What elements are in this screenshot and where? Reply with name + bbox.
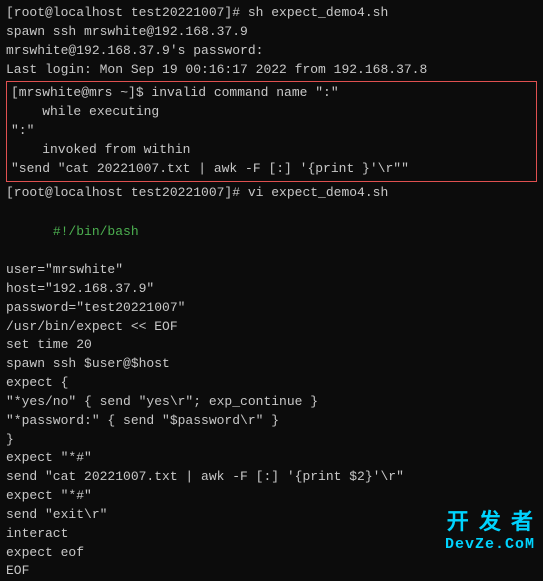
script-line-6: spawn ssh $user@$host [6,355,537,374]
script-line-11: expect "*#" [6,449,537,468]
script-line-12: send "cat 20221007.txt | awk -F [:] '{pr… [6,468,537,487]
error-line-5: "send "cat 20221007.txt | awk -F [:] '{p… [11,160,532,179]
error-line-2: while executing [11,103,532,122]
error-box: [mrswhite@mrs ~]$ invalid command name "… [6,81,537,181]
script-line-10: } [6,431,537,450]
script-line-8: "*yes/no" { send "yes\r"; exp_continue } [6,393,537,412]
script-line-5: set time 20 [6,336,537,355]
terminal-window: [root@localhost test20221007]# sh expect… [0,0,543,563]
script-line-3: password="test20221007" [6,299,537,318]
cmd-line-1: [root@localhost test20221007]# sh expect… [6,4,537,23]
script-line-2: host="192.168.37.9" [6,280,537,299]
script-line-7: expect { [6,374,537,393]
error-line-1: [mrswhite@mrs ~]$ invalid command name "… [11,84,532,103]
script-line-17: EOF [6,562,537,581]
password-prompt-line: mrswhite@192.168.37.9's password: [6,42,537,61]
last-login-line: Last login: Mon Sep 19 00:16:17 2022 fro… [6,61,537,80]
watermark-chinese: 开 发 者 [447,504,535,536]
watermark-domain: DevZe.CoM [445,536,535,553]
script-shebang: #!/bin/bash [6,204,537,261]
error-line-3: ":" [11,122,532,141]
script-line-4: /usr/bin/expect << EOF [6,318,537,337]
watermark: 开 发 者 DevZe.CoM [445,504,535,553]
cmd-line-2: [root@localhost test20221007]# vi expect… [6,184,537,203]
script-line-1: user="mrswhite" [6,261,537,280]
shebang-hash: #!/bin/bash [53,224,139,239]
error-line-4: invoked from within [11,141,532,160]
spawn-line: spawn ssh mrswhite@192.168.37.9 [6,23,537,42]
script-line-9: "*password:" { send "$password\r" } [6,412,537,431]
